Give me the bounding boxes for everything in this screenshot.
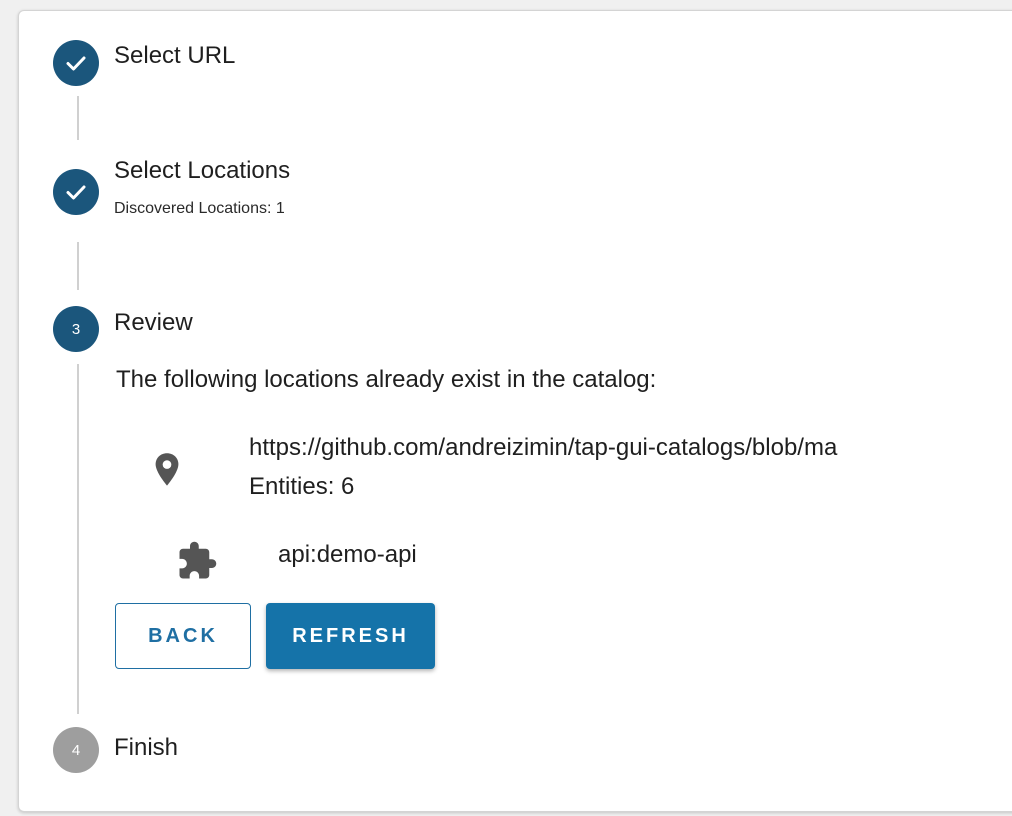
step-connector xyxy=(77,364,79,714)
step-3-number: 3 xyxy=(71,320,81,338)
checkmark-icon xyxy=(66,56,86,71)
location-pin-icon xyxy=(155,453,179,486)
stepper-card xyxy=(18,10,1012,812)
step-3-title: Review xyxy=(114,309,193,336)
step-connector xyxy=(77,96,79,140)
back-button[interactable]: BACK xyxy=(115,603,251,669)
step-2-completed-icon xyxy=(53,169,99,215)
step-4-number: 4 xyxy=(71,741,81,759)
location-url: https://github.com/andreizimin/tap-gui-c… xyxy=(249,434,838,461)
step-4-title: Finish xyxy=(114,734,179,761)
entity-name[interactable]: api:demo-api xyxy=(278,541,417,569)
checkmark-icon xyxy=(66,185,86,200)
review-message: The following locations already exist in… xyxy=(116,366,657,393)
step-1-completed-icon xyxy=(53,40,99,86)
location-entities-count: Entities: 6 xyxy=(249,473,355,500)
step-1-title: Select URL xyxy=(114,42,236,69)
step-connector xyxy=(77,242,79,290)
step-2-title: Select Locations xyxy=(114,157,291,184)
step-2-subtitle: Discovered Locations: 1 xyxy=(114,200,285,217)
step-4-number-icon: 4 xyxy=(53,727,99,773)
refresh-button[interactable]: REFRESH xyxy=(266,603,435,669)
step-3-number-icon: 3 xyxy=(53,306,99,352)
extension-puzzle-icon xyxy=(179,541,217,579)
